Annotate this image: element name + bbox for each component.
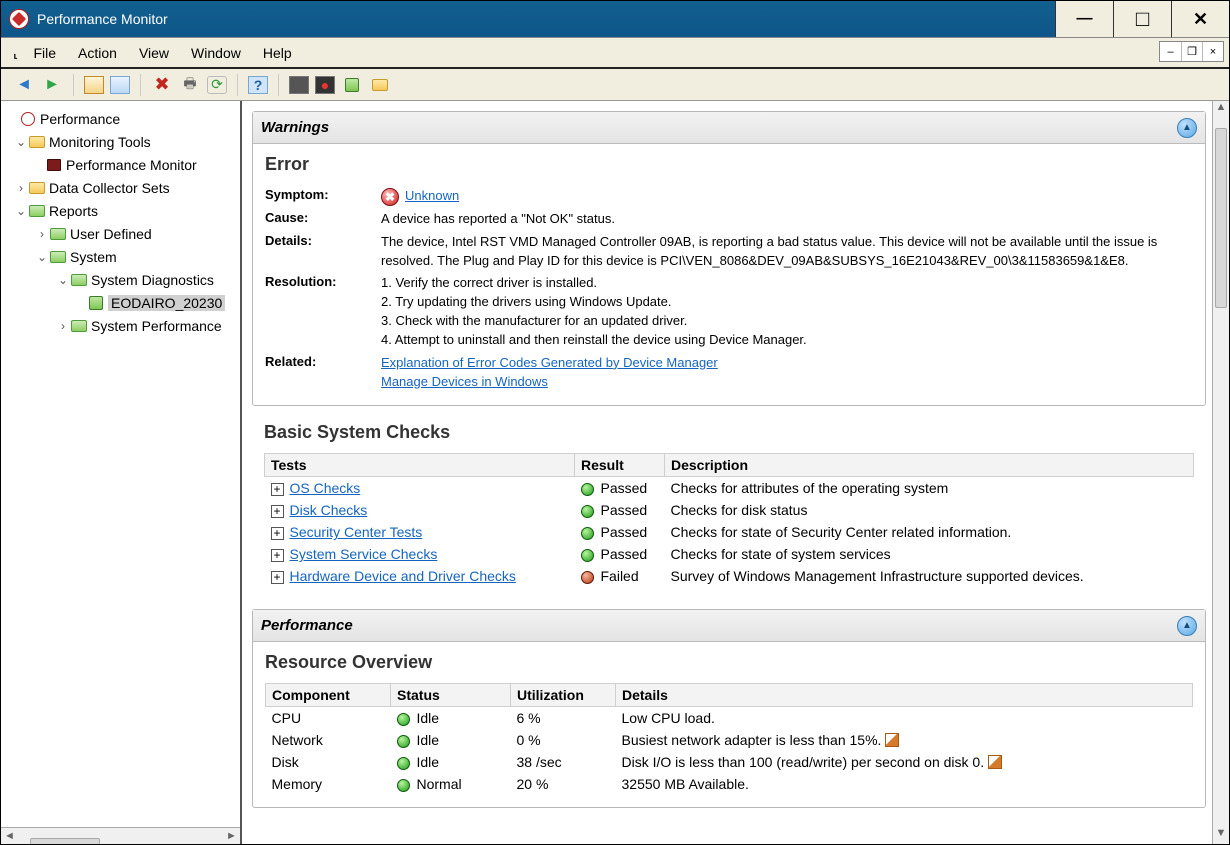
close-button[interactable]: ✕ xyxy=(1171,1,1229,37)
status-led-icon xyxy=(581,549,594,562)
basic-checks-table: Tests Result Description +OS ChecksPasse… xyxy=(264,453,1194,587)
warnings-title: Warnings xyxy=(261,119,329,136)
tree-root[interactable]: Performance xyxy=(5,107,236,130)
tree-user-defined[interactable]: ›User Defined xyxy=(5,222,236,245)
tree-selected-report[interactable]: EODAIRO_20230 xyxy=(5,291,236,314)
maximize-button[interactable]: □ xyxy=(1113,1,1171,37)
tree-monitoring-tools[interactable]: ⌄Monitoring Tools xyxy=(5,130,236,153)
back-icon[interactable]: ◄ xyxy=(13,74,35,96)
status-led-icon xyxy=(581,483,594,496)
status-led-icon xyxy=(581,571,594,584)
vertical-scrollbar[interactable]: ▲▼ xyxy=(1212,101,1229,844)
tree-horizontal-scrollbar[interactable]: ◄► xyxy=(1,827,240,844)
nav-tree: Performance ⌄Monitoring Tools Performanc… xyxy=(1,101,242,844)
collapse-icon[interactable]: ▲ xyxy=(1177,616,1197,636)
check-link[interactable]: OS Checks xyxy=(290,480,361,496)
expand-icon[interactable]: + xyxy=(271,483,284,496)
resource-overview-table: Component Status Utilization Details CPU… xyxy=(265,683,1193,795)
table-row: +System Service ChecksPassedChecks for s… xyxy=(265,543,1194,565)
report-pane: Warnings▲ Error Symptom:✖Unknown Cause:A… xyxy=(242,101,1212,844)
mdi-close-button[interactable]: × xyxy=(1202,42,1223,61)
status-led-icon xyxy=(397,779,410,792)
tree-data-collector-sets[interactable]: ›Data Collector Sets xyxy=(5,176,236,199)
tree-reports[interactable]: ⌄Reports xyxy=(5,199,236,222)
forward-icon[interactable]: ► xyxy=(41,74,63,96)
tree-system[interactable]: ⌄System xyxy=(5,245,236,268)
table-row: +OS ChecksPassedChecks for attributes of… xyxy=(265,477,1194,500)
help-icon[interactable]: ? xyxy=(248,76,268,94)
title-bar: Performance Monitor — □ ✕ xyxy=(1,1,1229,37)
menu-action[interactable]: Action xyxy=(78,45,117,61)
print-icon[interactable]: 🖶 xyxy=(179,74,201,96)
tree-perfmon[interactable]: Performance Monitor xyxy=(5,153,236,176)
edit-icon[interactable] xyxy=(988,755,1002,769)
status-led-icon xyxy=(397,757,410,770)
toolbar: ◄ ► ✖ 🖶 ⟳ ? ● xyxy=(1,69,1229,101)
performance-panel: Performance ▲ Resource Overview Component… xyxy=(252,609,1206,808)
delete-icon[interactable]: ✖ xyxy=(151,74,173,96)
error-icon: ✖ xyxy=(381,188,399,206)
tree-system-diagnostics[interactable]: ⌄System Diagnostics xyxy=(5,268,236,291)
open-folder-icon[interactable] xyxy=(369,74,391,96)
table-row: +Security Center TestsPassedChecks for s… xyxy=(265,521,1194,543)
stop-icon[interactable] xyxy=(289,76,309,94)
check-link[interactable]: Security Center Tests xyxy=(290,524,423,540)
expand-icon[interactable]: + xyxy=(271,571,284,584)
expand-icon[interactable]: + xyxy=(271,527,284,540)
record-icon[interactable]: ● xyxy=(315,76,335,94)
expand-icon[interactable]: + xyxy=(271,549,284,562)
warnings-panel: Warnings▲ Error Symptom:✖Unknown Cause:A… xyxy=(252,111,1206,406)
check-link[interactable]: System Service Checks xyxy=(290,546,438,562)
show-hide-tree-icon[interactable] xyxy=(84,76,104,94)
performance-title: Performance xyxy=(261,617,353,634)
collapse-icon[interactable]: ▲ xyxy=(1177,118,1197,138)
menu-window[interactable]: Window xyxy=(191,45,241,61)
menu-bar: ⸤ File Action View Window Help – ❐ × xyxy=(1,37,1229,69)
report-icon[interactable] xyxy=(341,74,363,96)
properties-icon[interactable] xyxy=(110,76,130,94)
related-link-1[interactable]: Explanation of Error Codes Generated by … xyxy=(381,355,718,370)
resource-overview-title: Resource Overview xyxy=(265,652,1193,673)
table-row: DiskIdle38 /secDisk I/O is less than 100… xyxy=(266,751,1193,773)
minimize-button[interactable]: — xyxy=(1055,1,1113,37)
check-link[interactable]: Disk Checks xyxy=(290,502,368,518)
expand-icon[interactable]: + xyxy=(271,505,284,518)
status-led-icon xyxy=(397,735,410,748)
menu-help[interactable]: Help xyxy=(263,45,292,61)
app-icon xyxy=(9,9,29,29)
status-led-icon xyxy=(581,527,594,540)
table-row: +Disk ChecksPassedChecks for disk status xyxy=(265,499,1194,521)
status-led-icon xyxy=(397,713,410,726)
mdi-restore-button[interactable]: ❐ xyxy=(1181,42,1202,61)
table-row: MemoryNormal20 %32550 MB Available. xyxy=(266,773,1193,795)
basic-checks-title: Basic System Checks xyxy=(264,422,1194,443)
table-row: NetworkIdle0 %Busiest network adapter is… xyxy=(266,729,1193,751)
check-link[interactable]: Hardware Device and Driver Checks xyxy=(290,568,516,584)
system-menu-icon[interactable]: ⸤ xyxy=(13,44,18,61)
edit-icon[interactable] xyxy=(885,733,899,747)
tree-system-performance[interactable]: ›System Performance xyxy=(5,314,236,337)
basic-checks-panel: Basic System Checks Tests Result Descrip… xyxy=(252,416,1206,599)
error-heading: Error xyxy=(265,154,1193,175)
mdi-minimize-button[interactable]: – xyxy=(1160,42,1181,61)
menu-file[interactable]: File xyxy=(33,45,56,61)
table-row: +Hardware Device and Driver ChecksFailed… xyxy=(265,565,1194,587)
refresh-icon[interactable]: ⟳ xyxy=(207,76,227,94)
symptom-link[interactable]: Unknown xyxy=(405,188,459,203)
status-led-icon xyxy=(581,505,594,518)
window-title: Performance Monitor xyxy=(37,11,1055,27)
related-link-2[interactable]: Manage Devices in Windows xyxy=(381,374,548,389)
menu-view[interactable]: View xyxy=(139,45,169,61)
table-row: CPUIdle6 %Low CPU load. xyxy=(266,707,1193,730)
